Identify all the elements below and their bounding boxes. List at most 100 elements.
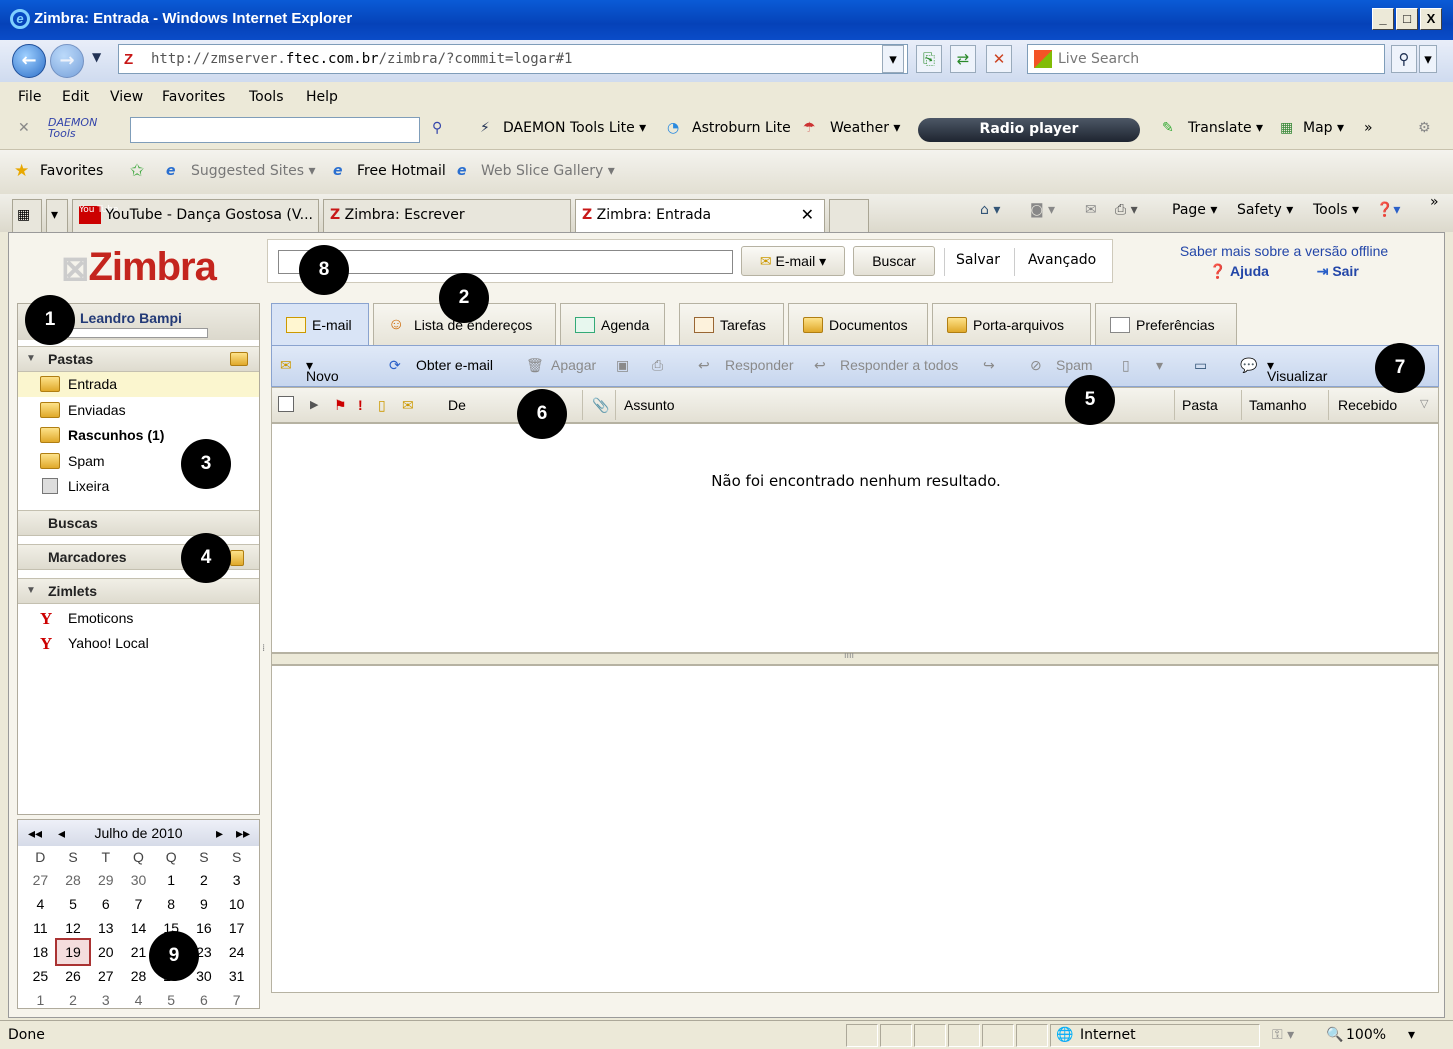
zimlet-emoticons[interactable]: Y Emoticons xyxy=(18,606,259,631)
calendar-day[interactable]: 3 xyxy=(220,868,253,892)
close-tab-icon[interactable]: ✕ xyxy=(801,200,814,230)
protected-mode-icon[interactable]: ⚿ ▾ xyxy=(1272,1027,1294,1043)
calendar-day[interactable]: 27 xyxy=(89,964,122,988)
page-menu[interactable]: Page ▾ xyxy=(1172,202,1217,218)
menu-edit[interactable]: Edit xyxy=(62,89,89,105)
favorites-button[interactable]: Favorites xyxy=(40,163,103,179)
zoom-dropdown-icon[interactable]: ▾ xyxy=(1408,1027,1415,1043)
new-tag-icon[interactable] xyxy=(230,550,244,566)
new-window-icon[interactable]: ▭ xyxy=(1194,357,1207,374)
calendar-day[interactable]: 1 xyxy=(155,868,188,892)
calendar-day[interactable]: 8 xyxy=(155,892,188,916)
tools-menu[interactable]: Tools ▾ xyxy=(1313,202,1359,218)
quick-tabs-icon[interactable]: ▦ xyxy=(12,199,42,232)
web-slice-gallery-link[interactable]: Web Slice Gallery ▾ xyxy=(481,163,615,179)
map-menu[interactable]: Map ▾ xyxy=(1303,120,1344,136)
zoom-search-icon[interactable]: ⚲ xyxy=(432,120,442,136)
flag-icon[interactable]: ⚑ xyxy=(334,397,347,414)
calendar-day[interactable]: 20 xyxy=(89,940,122,964)
help-icon[interactable]: ❓▾ xyxy=(1376,202,1400,218)
calendar-day[interactable]: 30 xyxy=(122,868,155,892)
tab-porta-arquivos[interactable]: Porta-arquivos xyxy=(932,303,1091,345)
avancado-button[interactable]: Avançado xyxy=(1028,252,1096,268)
salvar-button[interactable]: Salvar xyxy=(956,252,1000,268)
safety-menu[interactable]: Safety ▾ xyxy=(1237,202,1293,218)
reading-pane-splitter[interactable]: ıııı xyxy=(271,651,1439,665)
calendar-day[interactable]: 5 xyxy=(155,988,188,1012)
weather-menu[interactable]: Weather ▾ xyxy=(830,120,900,136)
tab-list-dropdown[interactable]: ▾ xyxy=(46,199,68,232)
calendar-day[interactable]: 14 xyxy=(122,916,155,940)
more-toolbar-chevron[interactable]: » xyxy=(1364,120,1373,136)
prev-month-icon[interactable]: ◂ xyxy=(58,820,65,846)
calendar-today[interactable]: 19 xyxy=(54,938,92,966)
spam-button[interactable]: Spam xyxy=(1056,357,1093,373)
back-button[interactable]: ← xyxy=(12,44,46,78)
collapse-arrow-icon[interactable]: ▼ xyxy=(26,579,36,603)
ajuda-link[interactable]: Ajuda xyxy=(1230,263,1269,279)
column-tamanho[interactable]: Tamanho xyxy=(1249,397,1307,413)
calendar-day[interactable]: 31 xyxy=(220,964,253,988)
folder-enviadas[interactable]: Enviadas xyxy=(18,398,259,423)
feeds-icon[interactable]: ◙ ▾ xyxy=(1030,202,1055,218)
calendar-day[interactable]: 28 xyxy=(122,964,155,988)
new-folder-icon[interactable] xyxy=(230,352,248,366)
calendar-day[interactable]: 18 xyxy=(24,940,57,964)
compatibility-icon[interactable]: ⎘ xyxy=(916,45,942,73)
zimlet-yahoo-local[interactable]: Y Yahoo! Local xyxy=(18,631,259,656)
sair-link[interactable]: Sair xyxy=(1332,263,1358,279)
column-pasta[interactable]: Pasta xyxy=(1182,397,1218,413)
calendar-day[interactable]: 5 xyxy=(57,892,90,916)
buscar-button[interactable]: Buscar xyxy=(853,246,935,276)
pastas-header[interactable]: ▼ Pastas xyxy=(18,346,259,372)
zoom-level[interactable]: 100% xyxy=(1346,1027,1386,1043)
minimize-button[interactable]: _ xyxy=(1372,8,1394,30)
search-go-icon[interactable]: ⚲ xyxy=(1391,45,1417,73)
daemon-search-field[interactable] xyxy=(130,117,420,143)
folder-entrada[interactable]: Entrada xyxy=(18,372,259,397)
column-de[interactable]: De xyxy=(448,397,466,413)
menu-view[interactable]: View xyxy=(110,89,143,105)
tag-dropdown-icon[interactable]: ▾ xyxy=(1156,357,1163,374)
calendar-day[interactable]: 9 xyxy=(188,892,221,916)
browser-tab-youtube[interactable]: You Tube YouTube - Dança Gostosa (V... xyxy=(72,199,319,232)
visualizar-button[interactable]: Visualizar ▾ xyxy=(1267,357,1327,384)
suggested-sites-link[interactable]: Suggested Sites ▾ xyxy=(191,163,316,179)
home-icon[interactable]: ⌂ ▾ xyxy=(980,202,1000,218)
calendar-day[interactable]: 2 xyxy=(57,988,90,1012)
maximize-button[interactable]: □ xyxy=(1396,8,1418,30)
calendar-day[interactable]: 7 xyxy=(220,988,253,1012)
address-dropdown-icon[interactable]: ▾ xyxy=(882,45,904,73)
calendar-day[interactable]: 2 xyxy=(188,868,221,892)
menu-tools[interactable]: Tools xyxy=(249,89,284,105)
tab-email[interactable]: E-mail xyxy=(271,303,369,345)
priority-icon[interactable]: ! xyxy=(358,397,363,413)
calendar-day[interactable]: 13 xyxy=(89,916,122,940)
attachment-icon[interactable]: 📎 xyxy=(592,397,609,414)
menu-help[interactable]: Help xyxy=(306,89,338,105)
settings-wrench-icon[interactable]: ⚙ xyxy=(1418,120,1431,136)
novo-button[interactable]: Novo ▾ xyxy=(306,357,339,384)
translate-menu[interactable]: Translate ▾ xyxy=(1188,120,1263,136)
apagar-button[interactable]: Apagar xyxy=(551,357,596,373)
responder-todos-button[interactable]: Responder a todos xyxy=(840,357,958,373)
calendar-day[interactable]: 24 xyxy=(220,940,253,964)
more-commands-chevron[interactable]: » xyxy=(1430,194,1439,210)
tab-documentos[interactable]: Documentos xyxy=(788,303,928,345)
tag-icon[interactable]: ▯ xyxy=(1122,357,1130,374)
calendar-day[interactable]: 25 xyxy=(24,964,57,988)
select-all-checkbox[interactable] xyxy=(278,396,294,412)
search-options-icon[interactable]: ▾ xyxy=(1419,45,1437,73)
forward-icon[interactable]: ↪ xyxy=(983,357,995,374)
calendar-day[interactable]: 1 xyxy=(24,988,57,1012)
column-assunto[interactable]: Assunto xyxy=(624,397,675,413)
sort-arrow-icon[interactable]: ▽ xyxy=(1420,397,1428,410)
collapse-arrow-icon[interactable]: ▼ xyxy=(26,347,36,371)
column-recebido[interactable]: Recebido xyxy=(1338,397,1397,413)
calendar-day[interactable]: 3 xyxy=(89,988,122,1012)
stop-icon[interactable]: ✕ xyxy=(986,45,1012,73)
buscas-header[interactable]: Buscas xyxy=(18,510,259,536)
expand-icon[interactable]: ▶ xyxy=(310,398,318,411)
browser-tab-zimbra-escrever[interactable]: Z Zimbra: Escrever xyxy=(323,199,571,232)
offline-link[interactable]: Saber mais sobre a versão offline xyxy=(1159,243,1409,259)
